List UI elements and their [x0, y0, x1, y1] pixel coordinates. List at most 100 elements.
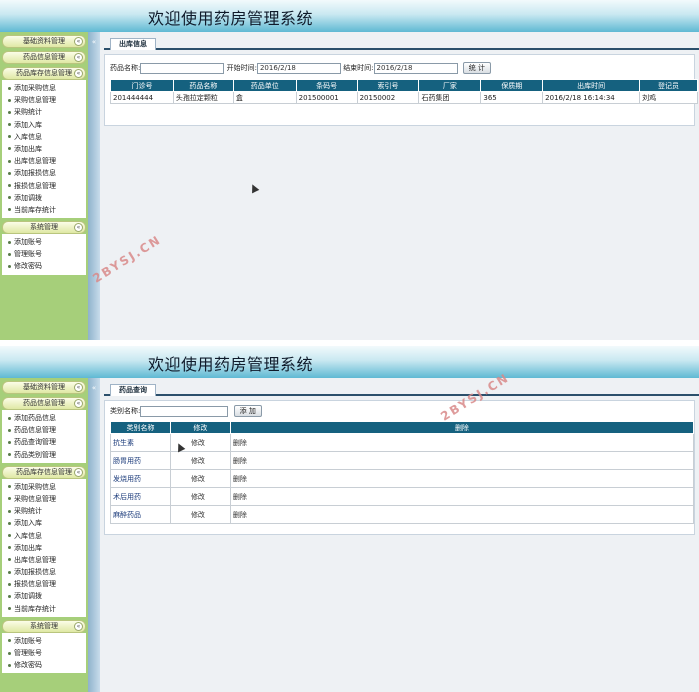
- category-link[interactable]: 抗生素: [110, 433, 171, 452]
- table-cell: 2016/2/18 16:14:34: [542, 91, 641, 104]
- delete-link[interactable]: 删除: [229, 469, 695, 488]
- collapse-icon[interactable]: «: [74, 399, 83, 408]
- sidebar-item-label: 报损信息管理: [14, 181, 56, 190]
- column-header: 类别名称: [110, 421, 171, 434]
- menu-group-basic-data[interactable]: 基础资料管理 «: [2, 35, 86, 48]
- sidebar-item-inbound-info[interactable]: 入库信息: [2, 530, 86, 542]
- menu-group-inventory[interactable]: 药品库存信息管理 «: [2, 465, 86, 479]
- sidebar-item-drug-category[interactable]: 药品类别管理: [2, 449, 86, 461]
- sidebar-item-manage-account[interactable]: 管理账号: [2, 248, 86, 260]
- sidebar-item-add-inbound[interactable]: 添加入库: [2, 119, 86, 131]
- collapse-sidebar-icon[interactable]: «: [90, 38, 98, 46]
- tab-drug-query[interactable]: 药品查询: [110, 384, 156, 396]
- collapse-sidebar-icon[interactable]: «: [90, 384, 98, 392]
- sidebar-item-add-outbound[interactable]: 添加出库: [2, 143, 86, 155]
- drug-name-input[interactable]: [140, 62, 225, 74]
- bullet-icon: [8, 98, 11, 102]
- sidebar-item-add-inbound[interactable]: 添加入库: [2, 517, 86, 529]
- sidebar-item-add-drug[interactable]: 添加药品信息: [2, 412, 86, 424]
- collapse-icon[interactable]: «: [74, 223, 83, 233]
- sidebar-item-inbound-info[interactable]: 入库信息: [2, 131, 86, 143]
- edit-link[interactable]: 修改: [169, 487, 231, 506]
- add-category-button[interactable]: 添 加: [233, 405, 262, 417]
- sidebar-item-add-outbound[interactable]: 添加出库: [2, 542, 86, 554]
- sidebar-item-add-purchase[interactable]: 添加采购信息: [2, 481, 86, 493]
- app-title: 欢迎使用药房管理系统: [148, 355, 314, 374]
- sidebar-item-label: 当前库存统计: [14, 604, 56, 613]
- sidebar-item-stock-stats[interactable]: 当前库存统计: [2, 204, 86, 216]
- menu-group-system[interactable]: 系统管理 «: [2, 221, 86, 235]
- stats-button[interactable]: 统 计: [462, 62, 492, 74]
- sidebar-item-change-password[interactable]: 修改密码: [2, 260, 86, 272]
- delete-link[interactable]: 删除: [229, 433, 695, 452]
- sidebar-item-add-loss[interactable]: 添加报损信息: [2, 566, 86, 578]
- sidebar-item-label: 采购信息管理: [14, 494, 56, 503]
- collapse-icon[interactable]: «: [74, 467, 83, 477]
- sidebar-item-change-password[interactable]: 修改密码: [2, 659, 86, 671]
- sidebar-item-label: 添加报损信息: [14, 568, 56, 577]
- delete-link[interactable]: 删除: [229, 451, 695, 470]
- column-header: 登记员: [639, 79, 698, 92]
- sidebar-item-purchase-manage[interactable]: 采购信息管理: [2, 94, 86, 106]
- menu-group-label: 基础资料管理: [23, 383, 65, 391]
- menu-group-inventory[interactable]: 药品库存信息管理 «: [2, 67, 86, 80]
- bullet-icon: [8, 208, 11, 212]
- sidebar-item-purchase-stats[interactable]: 采购统计: [2, 505, 86, 517]
- sidebar-item-add-loss[interactable]: 添加报损信息: [2, 167, 86, 179]
- sidebar-item-outbound-manage[interactable]: 出库信息管理: [2, 554, 86, 566]
- edit-link[interactable]: 修改: [169, 451, 231, 470]
- collapse-icon[interactable]: «: [74, 37, 83, 46]
- table-row[interactable]: 201444444 头孢拉定颗粒 盒 201500001 20150002 石药…: [110, 91, 698, 104]
- menu-group-basic-data[interactable]: 基础资料管理 «: [2, 381, 86, 394]
- bullet-icon: [8, 123, 11, 127]
- sidebar-item-add-account[interactable]: 添加账号: [2, 236, 86, 248]
- collapse-icon[interactable]: «: [74, 53, 83, 62]
- sidebar-item-stock-stats[interactable]: 当前库存统计: [2, 603, 86, 615]
- menu-group-system[interactable]: 系统管理 «: [2, 619, 86, 633]
- sidebar-toggle-strip[interactable]: «: [88, 32, 100, 340]
- sidebar-item-add-transfer[interactable]: 添加调拨: [2, 590, 86, 602]
- sidebar-item-manage-account[interactable]: 管理账号: [2, 647, 86, 659]
- sidebar-toggle-strip[interactable]: «: [88, 378, 100, 692]
- sidebar-item-loss-manage[interactable]: 报损信息管理: [2, 578, 86, 590]
- sidebar-item-label: 修改密码: [14, 262, 42, 271]
- sidebar-item-loss-manage[interactable]: 报损信息管理: [2, 180, 86, 192]
- sidebar-item-purchase-stats[interactable]: 采购统计: [2, 106, 86, 118]
- edit-link[interactable]: 修改: [169, 469, 231, 488]
- end-time-input[interactable]: 2016/2/18: [373, 62, 458, 74]
- category-link[interactable]: 发烧用药: [110, 469, 171, 488]
- sidebar-item-label: 药品信息管理: [14, 426, 56, 435]
- menu-group-drug-info[interactable]: 药品信息管理 «: [2, 51, 86, 64]
- bullet-icon: [8, 534, 11, 537]
- sidebar-item-add-transfer[interactable]: 添加调拨: [2, 192, 86, 204]
- delete-link[interactable]: 删除: [229, 505, 695, 524]
- sidebar-item-drug-query[interactable]: 药品查询管理: [2, 436, 86, 448]
- collapse-icon[interactable]: «: [74, 621, 83, 631]
- start-time-input[interactable]: 2016/2/18: [256, 62, 341, 74]
- bullet-icon: [8, 485, 11, 489]
- sidebar-item-label: 添加账号: [14, 238, 42, 247]
- collapse-icon[interactable]: «: [74, 383, 83, 392]
- category-name-input[interactable]: [140, 405, 229, 417]
- drug-name-label: 药品名称:: [110, 64, 141, 72]
- delete-link[interactable]: 删除: [229, 487, 695, 506]
- sidebar-item-purchase-manage[interactable]: 采购信息管理: [2, 493, 86, 505]
- category-link[interactable]: 术后用药: [110, 487, 171, 506]
- bullet-icon: [8, 509, 11, 513]
- bullet-icon: [8, 663, 11, 667]
- sidebar-item-drug-manage[interactable]: 药品信息管理: [2, 424, 86, 436]
- sidebar-item-add-purchase[interactable]: 添加采购信息: [2, 82, 86, 94]
- category-link[interactable]: 肠胃用药: [110, 451, 171, 470]
- add-category-form: 类别名称: 添 加: [110, 405, 262, 417]
- sidebar-item-label: 采购统计: [14, 507, 42, 516]
- tab-outbound-info[interactable]: 出库信息: [110, 38, 156, 50]
- sidebar-item-add-account[interactable]: 添加账号: [2, 635, 86, 647]
- collapse-icon[interactable]: «: [74, 69, 83, 78]
- sidebar-item-outbound-manage[interactable]: 出库信息管理: [2, 155, 86, 167]
- menu-group-drug-info[interactable]: 药品信息管理 «: [2, 397, 86, 410]
- sidebar-item-label: 修改密码: [14, 661, 42, 670]
- category-link[interactable]: 麻醉药品: [110, 505, 171, 524]
- table-cell: 201500001: [295, 91, 358, 104]
- edit-link[interactable]: 修改: [169, 505, 231, 524]
- bullet-icon: [8, 428, 11, 432]
